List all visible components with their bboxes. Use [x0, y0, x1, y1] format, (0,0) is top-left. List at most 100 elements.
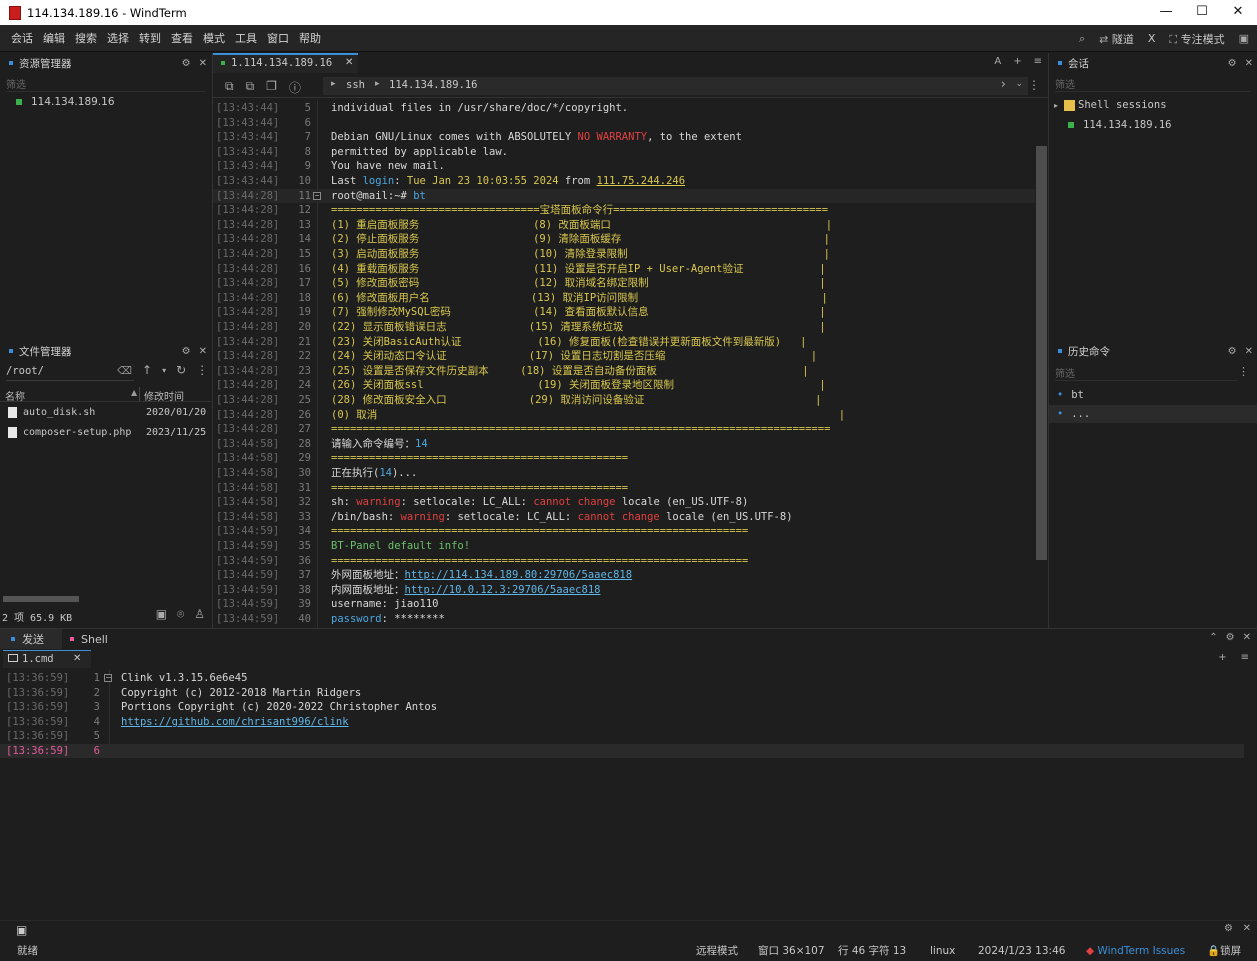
panel-toggle-icon[interactable]: ▣ [16, 923, 27, 937]
line-number: 31 [298, 481, 311, 494]
file-row[interactable]: auto_disk.sh 2020/01/20 [0, 404, 211, 424]
menu-item[interactable]: 模式 [198, 30, 230, 46]
close-button[interactable]: ✕ [1218, 0, 1257, 25]
terminal-segment: bt [413, 189, 426, 202]
issues-link[interactable]: ◆ WindTerm Issues [1086, 941, 1185, 961]
shell-link[interactable]: https://github.com/chrisant996/clink [121, 715, 349, 730]
explorer-filter[interactable]: 筛选 [6, 76, 205, 92]
tab-session[interactable]: 1.114.134.189.16 ✕ [213, 53, 358, 73]
col-name[interactable]: 名称 [5, 388, 25, 403]
address-host[interactable]: 114.134.189.16 [389, 79, 478, 91]
tab-shell[interactable]: Shell [62, 629, 132, 649]
menu-item[interactable]: 工具 [230, 30, 262, 46]
file-row[interactable]: composer-setup.php 2023/11/25 [0, 424, 211, 444]
minimize-button[interactable]: — [1146, 0, 1186, 25]
chevron-down-icon[interactable]: ⌄ [1015, 79, 1023, 89]
close-icon[interactable]: ✕ [1243, 632, 1251, 643]
close-icon[interactable]: ✕ [199, 58, 207, 69]
shell-output[interactable]: [13:36:59] 1 Clink v1.3.15.6e6e45 [13:36:59… [0, 670, 1257, 920]
dropdown-icon[interactable]: ▾ [162, 366, 166, 377]
sessions-filter[interactable]: 筛选 [1055, 76, 1251, 92]
close-icon[interactable]: ✕ [1245, 58, 1253, 69]
menu-item[interactable]: 搜索 [70, 30, 102, 46]
terminal-output[interactable]: [13:43:44] 5 individual files in /usr/shar… [213, 100, 1035, 628]
gear-icon[interactable]: ⚙ [182, 346, 191, 357]
h-scrollbar[interactable] [3, 596, 79, 602]
new-session-icon[interactable]: ⧉ [225, 79, 234, 96]
up-arrow-icon[interactable]: ↑ [142, 363, 152, 377]
folder-icon[interactable]: ▣ [156, 607, 167, 622]
history-item[interactable]: • ... [1049, 405, 1257, 423]
terminal-segment[interactable]: http://114.134.189.80:29706/5aaec818 [405, 569, 633, 581]
explorer-panel: 资源管理器 ⚙ ✕ 筛选 114.134.189.16 [0, 53, 211, 338]
info-icon[interactable]: ⓘ [289, 79, 301, 96]
timestamp: [13:44:28] [216, 291, 280, 304]
clear-icon[interactable]: ⌫ [117, 365, 132, 377]
history-filter[interactable]: 筛选 [1055, 365, 1237, 381]
subtab-cmd[interactable]: 1.cmd ✕ [3, 650, 91, 668]
menu-icon[interactable]: ≡ [1241, 652, 1249, 663]
menu-item[interactable]: 选择 [102, 30, 134, 46]
location-icon[interactable]: ⌾ [177, 607, 184, 622]
collapse-icon[interactable]: ⌃ [1209, 632, 1217, 643]
history-item[interactable]: • bt [1057, 389, 1084, 401]
gear-icon[interactable]: ⚙ [1228, 58, 1237, 69]
more-icon[interactable]: ⋮ [1028, 78, 1040, 92]
refresh-icon[interactable]: ↻ [176, 363, 186, 377]
menu-item[interactable]: 会话 [6, 30, 38, 46]
address-field[interactable]: ▸ ssh ▸ 114.134.189.16 › ⌄ [323, 77, 1028, 95]
close-icon[interactable]: ✕ [1245, 346, 1253, 357]
status-mode[interactable]: 远程模式 [696, 941, 738, 961]
layout-icon[interactable]: ▣ [1239, 32, 1249, 45]
more-icon[interactable]: ⋮ [1238, 365, 1249, 378]
terminal-text: (24) 关闭动态口令认证 (17) 设置日志切割是否压缩 | [331, 349, 817, 364]
tab-menu-icon[interactable]: ≡ [1034, 56, 1042, 67]
terminal-tabbar: 1.114.134.189.16 ✕ A + ≡ [213, 53, 1048, 73]
fold-icon[interactable]: − [313, 191, 321, 200]
terminal-segment[interactable]: http://10.0.12.3:29706/5aaec818 [405, 584, 601, 596]
x-button[interactable]: X [1148, 32, 1156, 45]
panel-dot-icon [1058, 349, 1062, 353]
tab-close-icon[interactable]: ✕ [345, 57, 353, 68]
gear-icon[interactable]: ⚙ [1228, 346, 1237, 357]
copy-icon[interactable]: ❐ [266, 79, 277, 96]
close-icon[interactable]: ✕ [199, 346, 207, 357]
status-cursor-pos[interactable]: 行 46 字符 13 [838, 941, 906, 961]
fold-icon[interactable]: − [104, 674, 112, 682]
menu-item[interactable]: 窗口 [262, 30, 294, 46]
search-icon[interactable]: ⌕ [1079, 32, 1085, 46]
status-os[interactable]: linux [930, 941, 955, 961]
lock-button[interactable]: 🔒锁屏 [1207, 941, 1241, 961]
gear-icon[interactable]: ⚙ [1224, 923, 1233, 934]
session-folder[interactable]: ▸ Shell sessions [1054, 99, 1167, 111]
close-icon[interactable]: ✕ [1243, 923, 1251, 934]
user-icon[interactable]: ♙ [194, 607, 205, 622]
scrollbar-thumb[interactable] [1036, 146, 1047, 560]
menu-item[interactable]: 帮助 [294, 30, 326, 46]
terminal-segment: 14 [379, 467, 392, 479]
gear-icon[interactable]: ⚙ [182, 58, 191, 69]
duplicate-icon[interactable]: ⧉ [246, 79, 255, 96]
menu-item[interactable]: 转到 [134, 30, 166, 46]
menu-item[interactable]: 查看 [166, 30, 198, 46]
subtab-close-icon[interactable]: ✕ [73, 653, 81, 664]
address-protocol[interactable]: ssh [346, 79, 365, 91]
menu-item[interactable]: 编辑 [38, 30, 70, 46]
path-input[interactable]: /root/ ⌫ [6, 365, 134, 381]
more-icon[interactable]: ⋮ [196, 363, 208, 377]
maximize-button[interactable]: ☐ [1182, 0, 1222, 25]
col-mtime[interactable]: 修改时间 [144, 388, 184, 403]
terminal-scrollbar[interactable] [1035, 100, 1048, 628]
font-icon[interactable]: A [994, 56, 1001, 67]
go-icon[interactable]: › [1001, 77, 1006, 92]
gear-icon[interactable]: ⚙ [1226, 632, 1235, 643]
tab-send[interactable]: 发送 [0, 629, 62, 649]
issues-label: WindTerm Issues [1097, 945, 1186, 957]
new-tab-icon[interactable]: + [1013, 56, 1021, 67]
add-icon[interactable]: + [1218, 652, 1226, 663]
file-count: 2 项 65.9 KB [2, 613, 73, 624]
explorer-item[interactable]: 114.134.189.16 [16, 96, 115, 108]
session-item[interactable]: 114.134.189.16 [1068, 119, 1172, 131]
focus-mode-button[interactable]: ⛶ 专注模式 [1169, 31, 1224, 47]
tunnel-button[interactable]: ⇄ 隧道 [1099, 31, 1134, 47]
